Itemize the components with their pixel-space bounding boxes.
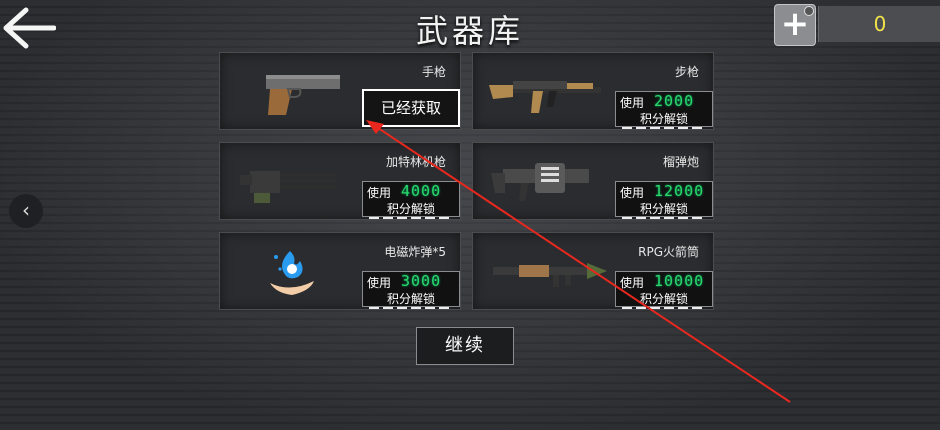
prev-page-button[interactable]: ‹ [9,194,43,228]
continue-button[interactable]: 继续 [416,327,514,365]
weapon-name: 步枪 [674,65,699,79]
background [0,0,940,430]
unlock-cost: 3000 [401,272,442,290]
unlock-label: 积分解锁 [639,292,688,306]
unlock-label: 积分解锁 [639,112,688,126]
owned-status-button[interactable]: 已经获取 [362,89,460,127]
weapon-card-rpg[interactable]: RPG火箭筒 使用 10000 积分解锁 [472,232,714,310]
unlock-label: 积分解锁 [639,202,688,216]
points-display: 0 [818,6,940,42]
unlock-button[interactable]: 使用 2000 积分解锁 [615,91,713,129]
unlock-button[interactable]: 使用 3000 积分解锁 [362,271,460,309]
add-points-button[interactable]: + [774,4,816,46]
unlock-cost: 2000 [654,92,695,110]
weapon-name: 手枪 [421,65,446,79]
unlock-cost: 4000 [401,182,442,200]
notification-dot-icon [804,6,814,16]
weapon-card-emp-bomb[interactable]: 电磁炸弹*5 使用 3000 积分解锁 [219,232,461,310]
use-label: 使用 [620,186,645,200]
use-label: 使用 [367,186,392,200]
use-label: 使用 [620,276,645,290]
unlock-label: 积分解锁 [386,202,435,216]
unlock-button[interactable]: 使用 4000 积分解锁 [362,181,460,219]
weapon-name: 加特林机枪 [385,155,446,169]
weapon-name: 榴弹炮 [662,155,699,169]
weapon-name: 电磁炸弹*5 [384,245,446,259]
chevron-left-icon: ‹ [22,198,30,222]
weapon-card-gatling[interactable]: 加特林机枪 使用 4000 积分解锁 [219,142,461,220]
weapon-name: RPG火箭筒 [638,245,699,259]
unlock-label: 积分解锁 [386,292,435,306]
unlock-cost: 10000 [654,272,705,290]
use-label: 使用 [620,96,645,110]
weapon-card-rifle[interactable]: 步枪 使用 2000 积分解锁 [472,52,714,130]
unlock-button[interactable]: 使用 10000 积分解锁 [615,271,713,309]
weapon-card-pistol[interactable]: 手枪 已经获取 [219,52,461,130]
unlock-button[interactable]: 使用 12000 积分解锁 [615,181,713,219]
unlock-cost: 12000 [654,182,705,200]
use-label: 使用 [367,276,392,290]
weapon-card-grenade-launcher[interactable]: 榴弹炮 使用 12000 积分解锁 [472,142,714,220]
